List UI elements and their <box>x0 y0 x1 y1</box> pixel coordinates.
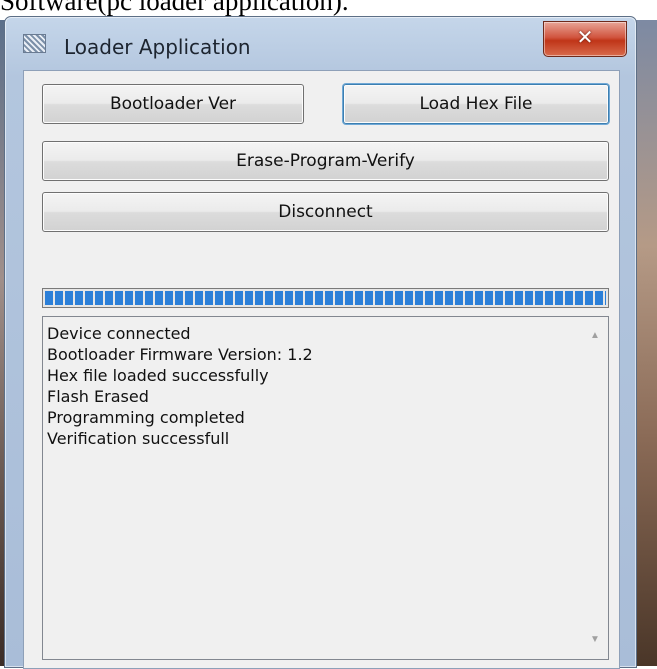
status-log-textbox[interactable]: Device connected Bootloader Firmware Vers… <box>42 316 609 660</box>
log-line: Bootloader Firmware Version: 1.2 <box>47 345 313 364</box>
log-line: Flash Erased <box>47 387 149 406</box>
progress-fill <box>45 291 606 305</box>
log-line: Hex file loaded successfully <box>47 366 269 385</box>
document-caption: Software(pc loader application). <box>0 0 349 16</box>
scroll-down-arrow-icon[interactable]: ▼ <box>588 635 602 645</box>
erase-program-verify-button[interactable]: Erase-Program-Verify <box>42 141 609 181</box>
loader-application-window: Loader Application ✕ Bootloader Ver Load… <box>4 16 637 669</box>
client-area: Bootloader Ver Load Hex File Erase-Progr… <box>23 70 620 669</box>
close-button[interactable]: ✕ <box>543 21 627 57</box>
bootloader-ver-button[interactable]: Bootloader Ver <box>42 84 304 124</box>
loader-app-icon[interactable] <box>23 34 46 53</box>
close-icon: ✕ <box>576 25 594 49</box>
window-title: Loader Application <box>64 35 251 59</box>
scroll-up-arrow-icon[interactable]: ▲ <box>588 331 602 341</box>
log-line: Device connected <box>47 324 191 343</box>
log-line: Verification successfull <box>47 429 230 448</box>
log-line: Programming completed <box>47 408 245 427</box>
disconnect-button[interactable]: Disconnect <box>42 192 609 232</box>
status-log-lines: Device connected Bootloader Firmware Vers… <box>47 323 582 449</box>
load-hex-file-button[interactable]: Load Hex File <box>343 84 609 124</box>
title-bar[interactable]: Loader Application ✕ <box>5 17 636 65</box>
progress-bar <box>42 288 609 308</box>
